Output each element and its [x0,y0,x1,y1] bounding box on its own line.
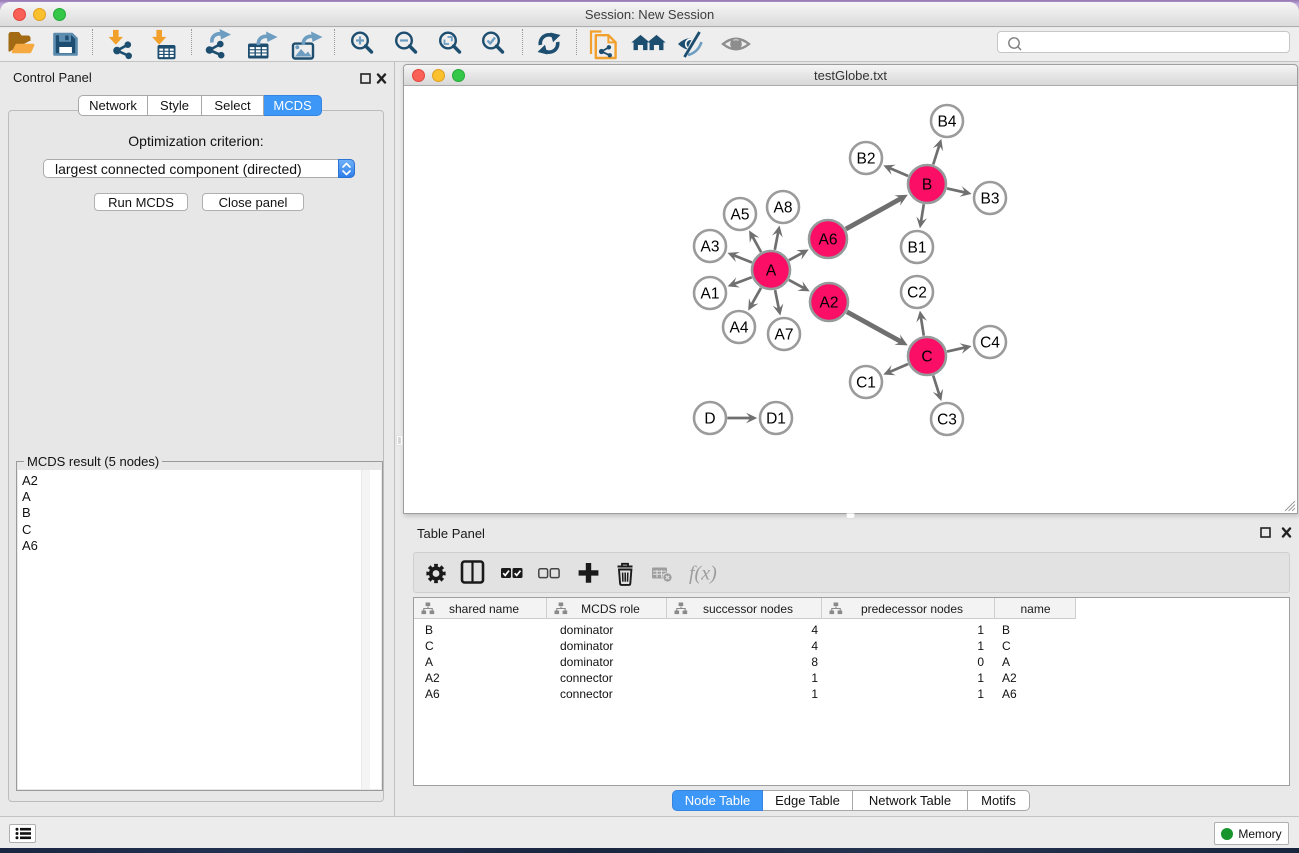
svg-text:B3: B3 [981,191,1000,208]
svg-text:C2: C2 [907,285,927,302]
svg-text:A7: A7 [775,327,794,344]
svg-text:A1: A1 [701,286,720,303]
svg-text:A3: A3 [701,239,720,256]
svg-text:A5: A5 [731,207,750,224]
svg-text:C3: C3 [937,412,957,429]
svg-text:D: D [704,411,715,428]
svg-text:f(x): f(x) [689,563,717,585]
svg-text:B1: B1 [908,240,927,257]
svg-text:B2: B2 [857,151,876,168]
svg-text:A: A [766,263,777,280]
svg-text:A2: A2 [820,295,839,312]
svg-text:A4: A4 [730,320,749,337]
svg-text:D1: D1 [766,411,786,428]
svg-text:C1: C1 [856,375,876,392]
svg-text:A8: A8 [774,200,793,217]
svg-text:A6: A6 [819,232,838,249]
svg-text:B4: B4 [938,114,957,131]
svg-text:B: B [922,177,932,194]
svg-text:C: C [921,349,932,366]
svg-text:C4: C4 [980,335,1000,352]
